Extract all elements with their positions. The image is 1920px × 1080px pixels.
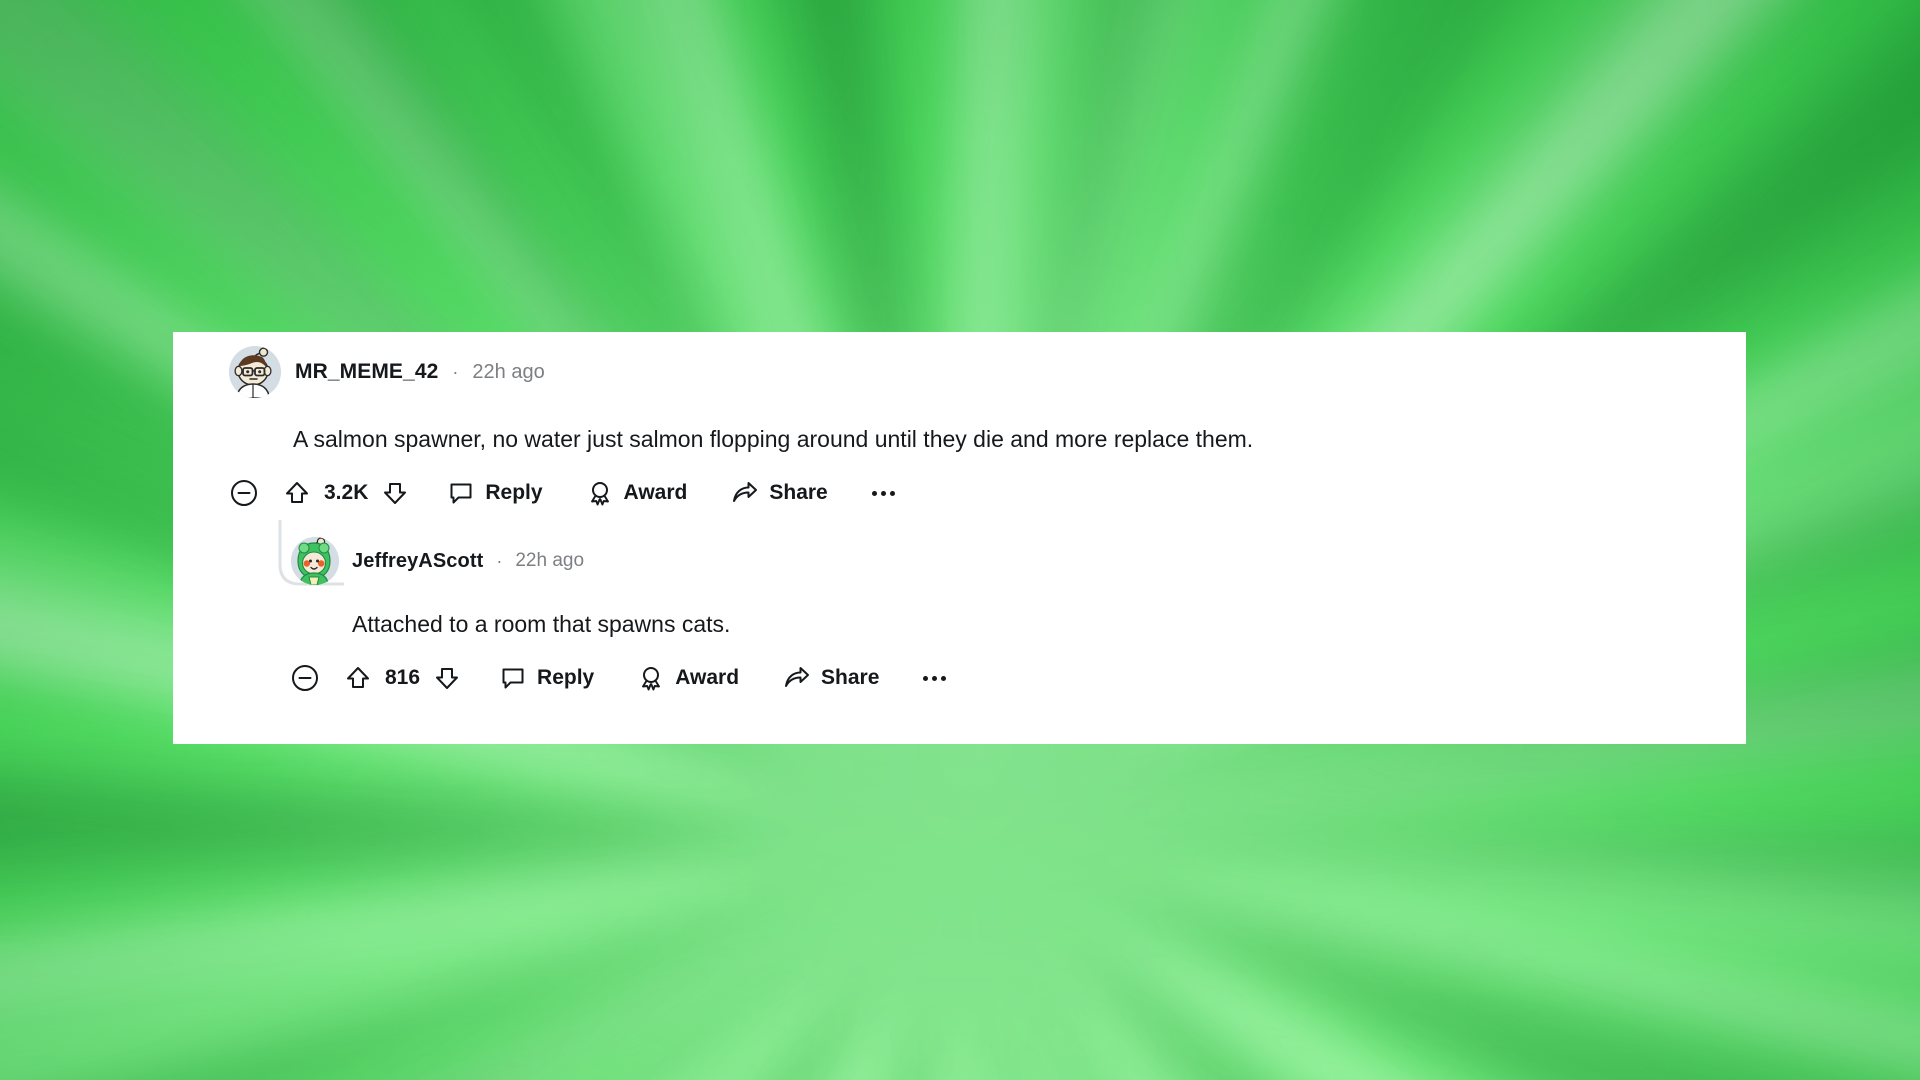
upvote-arrow-icon: [286, 482, 308, 504]
upvote-button[interactable]: [284, 480, 310, 506]
comment-thread-top: MR_MEME_42 · 22h ago A salmon spawner, n…: [229, 346, 1729, 507]
downvote-button[interactable]: [434, 665, 460, 691]
avatar[interactable]: [291, 537, 339, 585]
comment-author-username[interactable]: MR_MEME_42: [295, 360, 438, 384]
avatar[interactable]: [229, 346, 281, 398]
reply-button[interactable]: Reply: [448, 480, 543, 506]
comment-body-text: Attached to a room that spawns cats.: [352, 611, 731, 637]
meta-separator: ·: [452, 361, 459, 382]
vote-group: 816: [345, 665, 460, 691]
vote-group: 3.2K: [284, 480, 408, 506]
snoo-avatar-glasses-icon: [229, 346, 281, 398]
comment-header: MR_MEME_42 · 22h ago: [229, 346, 1729, 398]
comment-author-username[interactable]: JeffreyAScott: [352, 550, 483, 573]
comment-body-text: A salmon spawner, no water just salmon f…: [293, 426, 1254, 452]
award-button[interactable]: Award: [587, 480, 688, 506]
collapse-comment-button[interactable]: [291, 664, 345, 692]
comment-card: MR_MEME_42 · 22h ago A salmon spawner, n…: [173, 332, 1746, 744]
award-button[interactable]: Award: [638, 665, 739, 691]
ellipsis-dot: [889, 490, 895, 496]
comment-action-bar: 3.2K Reply Award Share: [230, 479, 1729, 507]
share-arrow-icon: [785, 666, 810, 687]
minus-circle-icon: [231, 480, 257, 507]
share-button[interactable]: Share: [783, 665, 879, 692]
comment-bubble-icon: [502, 668, 524, 689]
downvote-arrow-icon: [436, 668, 459, 690]
collapse-comment-button[interactable]: [230, 479, 284, 507]
ellipsis-dot: [871, 490, 877, 496]
snoo-avatar-green-hood-icon: [291, 537, 339, 585]
award-ribbon-icon: [590, 482, 609, 506]
downvote-arrow-icon: [384, 483, 407, 505]
reply-label: Reply: [485, 481, 543, 505]
reply-label: Reply: [537, 666, 595, 690]
comment-timestamp[interactable]: 22h ago: [472, 361, 544, 384]
overflow-menu-button[interactable]: [923, 675, 947, 681]
downvote-button[interactable]: [382, 480, 408, 506]
minus-circle-icon: [292, 665, 318, 692]
award-label: Award: [623, 481, 688, 505]
share-button[interactable]: Share: [731, 480, 828, 507]
ellipsis-dot: [880, 490, 886, 496]
comment-thread-reply: JeffreyAScott · 22h ago Attached to a ro…: [291, 537, 1731, 692]
ellipsis-dot: [941, 675, 947, 681]
share-label: Share: [821, 666, 880, 690]
share-label: Share: [769, 481, 828, 505]
reply-button[interactable]: Reply: [500, 665, 594, 691]
comment-bubble-icon: [450, 483, 472, 504]
ellipsis-dot: [923, 675, 929, 681]
comment-header: JeffreyAScott · 22h ago: [291, 537, 1731, 585]
award-ribbon-icon: [642, 667, 661, 691]
vote-count: 816: [385, 666, 421, 690]
share-arrow-icon: [733, 481, 758, 502]
meta-separator: ·: [496, 550, 503, 571]
upvote-button[interactable]: [345, 665, 371, 691]
ellipsis-dot: [932, 675, 938, 681]
upvote-arrow-icon: [347, 667, 369, 689]
comment-action-bar: 816 Reply Award Share: [291, 664, 1731, 692]
award-label: Award: [675, 666, 740, 690]
comment-timestamp[interactable]: 22h ago: [515, 550, 584, 572]
overflow-menu-button[interactable]: [871, 490, 895, 496]
vote-count: 3.2K: [324, 481, 369, 505]
